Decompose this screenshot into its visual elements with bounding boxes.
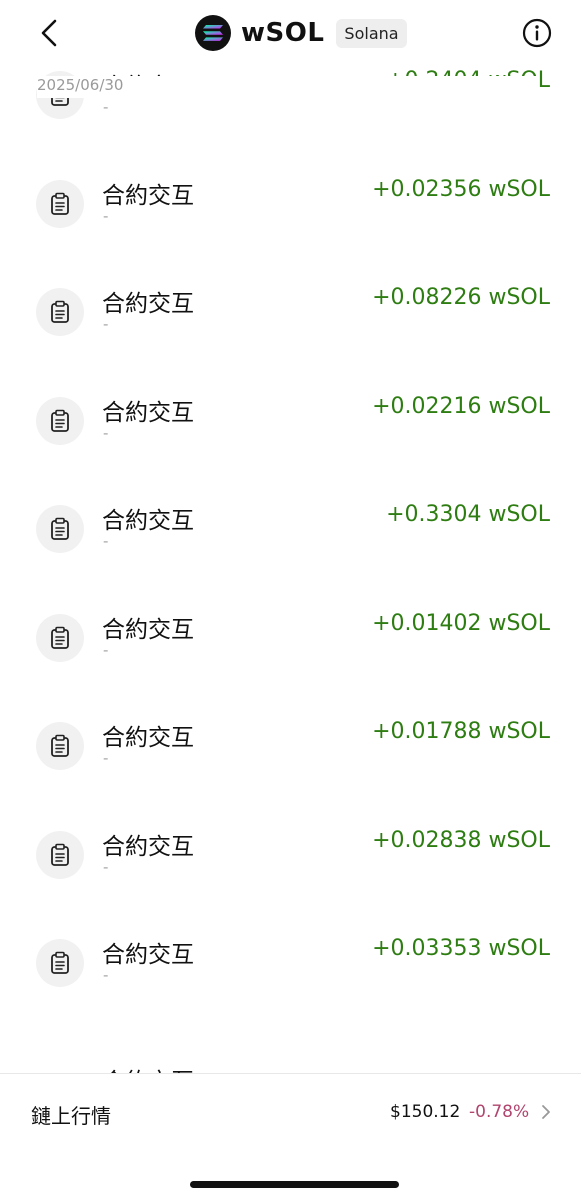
transaction-subtitle: - [103, 315, 109, 333]
transaction-row[interactable]: 合約交互 - +0.01788 wSOL [0, 718, 581, 827]
transaction-type: 合約交互 [102, 508, 194, 534]
transaction-amount: +0.02216 wSOL [372, 393, 550, 419]
transaction-list: 合約交互 - +0.2404 wSOL 合約交互 - +0.02356 wSOL [0, 68, 581, 1044]
token-title-group: wSOL Solana [195, 14, 407, 52]
transaction-amount: +0.3304 wSOL [386, 502, 550, 527]
transaction-row[interactable]: 合約交互 - +0.02356 wSOL [0, 176, 581, 285]
top-bar: wSOL Solana [0, 0, 581, 70]
transaction-type: 合約交互 [102, 616, 194, 643]
transaction-subtitle: - [103, 423, 109, 442]
transaction-subtitle: - [103, 857, 109, 876]
contract-document-icon [36, 939, 84, 987]
transaction-amount: +0.02356 wSOL [372, 176, 550, 202]
transaction-amount: +0.03353 wSOL [372, 936, 550, 961]
market-label: 鏈上行情 [31, 1104, 111, 1128]
transaction-type: 合約交互 [102, 291, 194, 317]
transaction-type: 合約交互 [102, 182, 194, 209]
transaction-row[interactable]: 合約交互 - +0.3304 wSOL [0, 501, 581, 610]
transaction-subtitle: - [103, 206, 109, 225]
home-indicator [190, 1181, 399, 1188]
date-section-header: 2025/06/30 [37, 76, 537, 98]
chain-badge: Solana [336, 18, 407, 48]
transaction-amount: +0.08226 wSOL [372, 285, 550, 310]
solana-logo-icon [195, 15, 231, 51]
token-title: wSOL [241, 18, 325, 48]
contract-document-icon [36, 830, 84, 879]
transaction-row[interactable]: 合約交互 - +0.08226 wSOL [0, 284, 581, 393]
transaction-amount: +0.01788 wSOL [372, 719, 550, 744]
price-change: -0.78% [469, 1102, 530, 1122]
transaction-row[interactable]: 合約交互 - +0.03353 wSOL [0, 935, 581, 1044]
back-button[interactable] [34, 16, 64, 50]
transaction-type: 合約交互 [102, 833, 194, 860]
contract-document-icon [36, 179, 84, 228]
transaction-row[interactable]: 合約交互 - +0.01402 wSOL [0, 610, 581, 719]
transaction-row[interactable]: 合約交互 - +0.02216 wSOL [0, 393, 581, 502]
transaction-type: 合約交互 [102, 942, 194, 968]
transaction-subtitle: - [103, 640, 109, 659]
contract-document-icon [36, 613, 84, 662]
transaction-subtitle: - [103, 749, 109, 767]
transaction-amount: +0.02838 wSOL [372, 827, 550, 853]
transaction-subtitle: - [103, 532, 109, 550]
chevron-right-icon [542, 1105, 550, 1119]
contract-document-icon [36, 505, 84, 553]
contract-document-icon [36, 288, 84, 336]
market-info-bar[interactable]: 鏈上行情 $150.12 -0.78% [0, 1073, 581, 1201]
transaction-type: 合約交互 [102, 725, 194, 751]
chevron-left-icon [41, 19, 57, 47]
info-circle-icon [522, 18, 552, 48]
transaction-row[interactable]: 合約交互 - +0.02838 wSOL [0, 827, 581, 936]
transaction-type: 合約交互 [102, 399, 194, 426]
token-price: $150.12 [390, 1102, 461, 1122]
info-button[interactable] [522, 18, 552, 48]
transaction-amount: +0.01402 wSOL [372, 610, 550, 636]
partial-row-title: 合約交互 [102, 1062, 194, 1073]
contract-document-icon [36, 396, 84, 445]
contract-document-icon [36, 722, 84, 770]
transaction-subtitle: - [103, 98, 109, 116]
transaction-subtitle: - [103, 966, 109, 984]
transaction-list-viewport[interactable]: 合約交互 - +0.2404 wSOL 合約交互 - +0.02356 wSOL [0, 0, 581, 1073]
